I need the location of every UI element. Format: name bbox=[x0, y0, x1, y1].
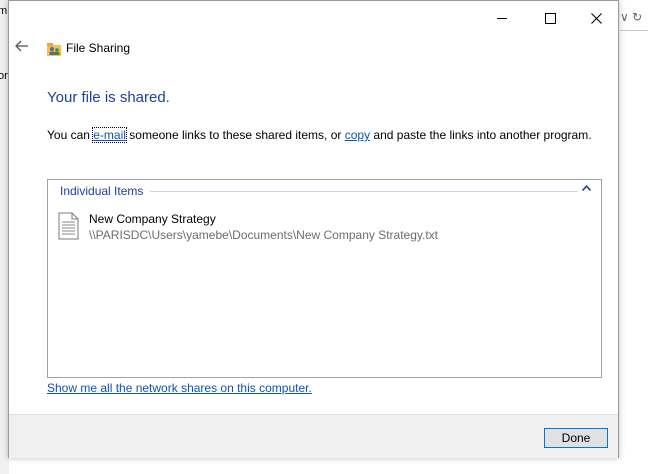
back-arrow-icon bbox=[15, 40, 28, 52]
group-header-label[interactable]: Individual Items bbox=[60, 184, 143, 198]
minimize-button[interactable] bbox=[479, 1, 525, 35]
title-bar[interactable] bbox=[9, 1, 618, 35]
instruction-middle: someone links to these shared items, or bbox=[125, 128, 345, 142]
shared-file-path: \\PARISDC\Users\yamebe\Documents\New Com… bbox=[89, 228, 439, 242]
background-toolbar[interactable]: ∨ ↻ bbox=[620, 10, 642, 24]
background-window-text: or bbox=[0, 70, 8, 82]
back-button[interactable] bbox=[15, 39, 29, 57]
file-sharing-icon bbox=[47, 43, 61, 56]
email-link[interactable]: e-mail bbox=[92, 127, 127, 143]
maximize-button[interactable] bbox=[527, 1, 573, 35]
group-header-divider bbox=[150, 191, 578, 192]
instruction-text: You can e-mail someone links to these sh… bbox=[47, 127, 592, 143]
copy-link[interactable]: copy bbox=[345, 128, 370, 142]
page-heading: Your file is shared. bbox=[47, 89, 170, 106]
instruction-prefix: You can bbox=[47, 128, 94, 142]
background-divider bbox=[620, 30, 648, 31]
close-button[interactable] bbox=[573, 1, 619, 35]
dialog-title: File Sharing bbox=[66, 41, 131, 55]
navigation-row: File Sharing bbox=[9, 37, 618, 63]
maximize-icon bbox=[544, 12, 556, 24]
network-shares-link[interactable]: Show me all the network shares on this c… bbox=[47, 381, 312, 395]
minimize-icon bbox=[497, 17, 507, 19]
file-sharing-dialog: File Sharing Your file is shared. You ca… bbox=[8, 0, 619, 458]
dialog-footer: Done bbox=[9, 414, 618, 458]
collapse-group-button[interactable] bbox=[581, 183, 592, 194]
text-file-icon bbox=[58, 212, 79, 240]
done-button[interactable]: Done bbox=[544, 428, 608, 448]
shared-file-name[interactable]: New Company Strategy bbox=[89, 212, 216, 226]
shared-items-list: Individual Items New Company Strategy \\… bbox=[47, 179, 602, 378]
background-window-text: m bbox=[0, 5, 8, 17]
background-window-right bbox=[618, 0, 648, 474]
instruction-suffix: and paste the links into another program… bbox=[370, 128, 592, 142]
chevron-up-icon bbox=[581, 185, 592, 192]
close-icon bbox=[590, 12, 602, 24]
